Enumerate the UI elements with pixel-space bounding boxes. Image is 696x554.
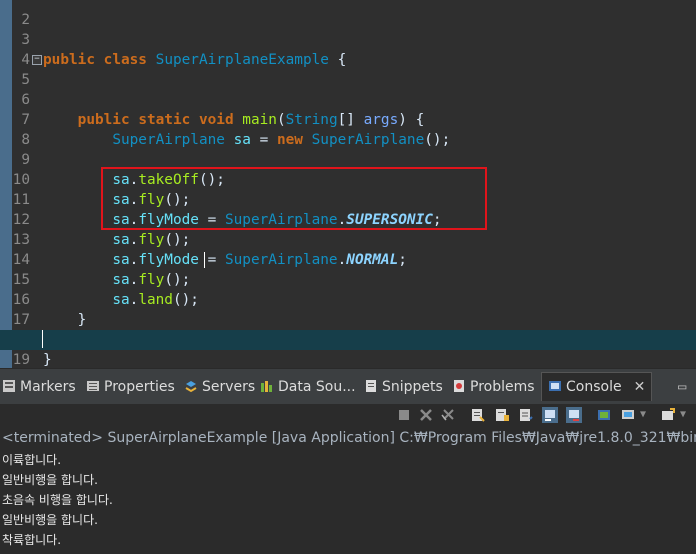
text-cursor <box>42 330 43 348</box>
scroll-lock-icon[interactable] <box>494 407 510 423</box>
chevron-down-icon[interactable]: ▼ <box>680 407 696 423</box>
word-wrap-icon[interactable] <box>518 407 534 423</box>
code-editor[interactable]: 2 3 public class SuperAirplaneExample { … <box>0 0 696 368</box>
problems-icon <box>454 380 464 392</box>
fold-collapse-icon[interactable]: − <box>32 55 42 65</box>
code-line[interactable]: 16 } <box>0 270 696 328</box>
code-line[interactable]: 17 <box>0 290 696 328</box>
tab-servers[interactable]: Servers <box>184 373 255 401</box>
code-line[interactable]: 14 sa.fly(); <box>0 230 696 288</box>
view-tab-bar: Markers Properties Servers Data Sou... S… <box>0 368 696 405</box>
tab-properties[interactable]: Properties <box>86 373 175 401</box>
clear-console-icon[interactable] <box>470 407 486 423</box>
text-cursor <box>204 252 205 268</box>
code-line[interactable]: 5 − public static void main(String[] arg… <box>0 50 696 129</box>
console-output-area[interactable]: <terminated> SuperAirplaneExample [Java … <box>0 428 696 554</box>
console-output-line: 착륙합니다. <box>2 533 62 547</box>
tab-markers[interactable]: Markers <box>2 373 76 401</box>
code-line[interactable]: 4 <box>0 30 696 68</box>
code-line[interactable]: 9 sa.takeOff(); <box>0 130 696 188</box>
servers-icon <box>185 381 197 393</box>
code-line[interactable]: 6 <box>0 70 696 108</box>
tab-problems[interactable]: Problems <box>452 373 535 401</box>
minimize-icon[interactable]: ▭ <box>678 373 686 401</box>
properties-icon <box>87 381 99 391</box>
console-output-line: 일반비행을 합니다. <box>2 513 98 527</box>
close-icon[interactable]: ✕ <box>634 379 646 395</box>
terminate-icon[interactable] <box>396 407 412 423</box>
tab-data-source[interactable]: Data Sou... <box>260 373 356 401</box>
show-on-stderr-icon[interactable] <box>566 407 582 423</box>
open-console-icon[interactable] <box>660 407 676 423</box>
code-line[interactable]: 15 sa.land(); <box>0 250 696 308</box>
remove-launch-icon[interactable] <box>418 407 434 423</box>
line-number: 19 <box>12 352 30 368</box>
tab-snippets[interactable]: Snippets <box>364 373 443 401</box>
console-launch-header: <terminated> SuperAirplaneExample [Java … <box>2 430 696 446</box>
highlight-annotation-box <box>101 167 487 230</box>
console-output-line: 일반비행을 합니다. <box>2 473 98 487</box>
code-line[interactable]: 7 SuperAirplane sa = new SuperAirplane()… <box>0 90 696 148</box>
snippets-icon <box>366 380 376 392</box>
code-line[interactable]: 8 <box>0 110 696 148</box>
tab-console[interactable]: Console ✕ <box>541 372 653 401</box>
remove-all-terminated-icon[interactable] <box>440 407 456 423</box>
console-output-line: 이륙합니다. <box>2 453 62 467</box>
code-line[interactable]: 18 } <box>0 310 696 368</box>
chevron-down-icon[interactable]: ▼ <box>640 407 656 423</box>
data-source-icon <box>261 381 272 392</box>
console-output-line: 초음속 비행을 합니다. <box>2 493 113 507</box>
code-line[interactable]: 2 <box>0 0 696 28</box>
console-toolbar: ▼ ▼ <box>0 404 696 428</box>
markers-icon <box>3 380 15 392</box>
display-selected-console-icon[interactable] <box>620 407 636 423</box>
show-on-stdout-icon[interactable] <box>542 407 558 423</box>
code-line[interactable]: 3 public class SuperAirplaneExample { <box>0 10 696 68</box>
pin-console-icon[interactable] <box>596 407 612 423</box>
console-icon <box>549 381 561 391</box>
current-code-line[interactable]: 19 <box>0 330 696 368</box>
code-text: } <box>43 352 52 368</box>
